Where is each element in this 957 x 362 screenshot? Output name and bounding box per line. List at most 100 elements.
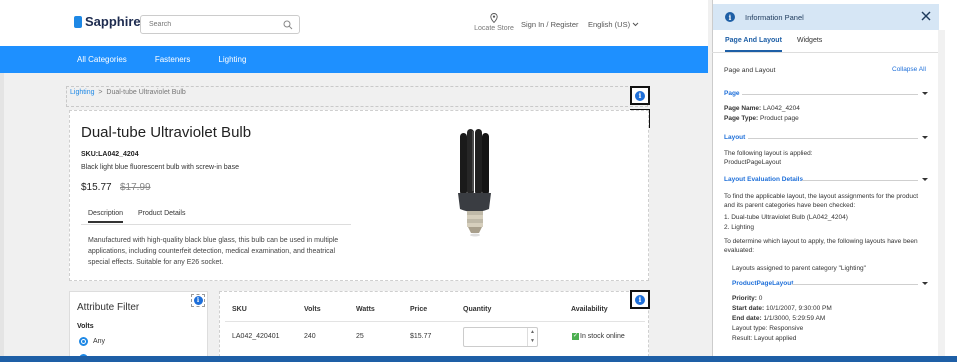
layout-text: The following layout is applied: [724,150,813,157]
section-page[interactable]: Page [724,90,740,97]
info-icon: i [725,12,735,22]
locate-store-link[interactable]: Locate Store [471,13,517,32]
caret-down-icon[interactable] [922,92,928,95]
stepper-arrows-icon[interactable]: ▲ ▼ [527,328,537,346]
filter-option-any[interactable]: Any [79,337,105,346]
cell-watts: 25 [356,333,364,340]
product-sku: SKU:LA042_4204 [81,151,139,158]
eval-text-1: To find the applicable layout, the layou… [724,193,919,200]
product-short-description: Black light blue fluorescent bulb with s… [81,164,239,171]
panel-header: i Information Panel [713,4,939,30]
product-title: Dual-tube Ultraviolet Bulb [81,124,252,141]
info-icon: i [193,296,203,305]
section-divider [792,284,918,285]
locate-store-label: Locate Store [474,25,514,32]
page-name-label: Page Name: [724,105,762,112]
map-pin-icon [490,13,498,23]
filter-option-label: Any [93,338,106,345]
section-divider [742,94,918,95]
info-icon: i [635,90,645,101]
end-date-label: End date: [732,315,762,322]
product-price: $15.77 [81,182,112,193]
info-icon: i [635,294,645,305]
variants-info-button[interactable]: i [630,290,650,309]
product-description: Manufactured with high-quality black blu… [88,237,339,266]
nav-item-lighting[interactable]: Lighting [218,55,246,64]
language-label: English (US) [588,20,631,29]
column-header-price: Price [410,306,428,313]
tab-widgets[interactable]: Widgets [797,37,822,44]
cell-sku: LA042_420401 [232,333,280,340]
section-divider [748,138,918,139]
panel-title: Information Panel [745,12,804,22]
filter-group-volts: Volts [77,323,94,330]
search-input[interactable] [141,16,276,33]
layout-result: Result: Layout applied [732,335,797,342]
collapse-all-link[interactable]: Collapse All [892,66,926,73]
end-date-row: End date: 1/1/3000, 5:29:59 AM [732,314,825,323]
variants-table [219,291,649,362]
priority-row: Priority: 0 [732,294,762,303]
caret-down-icon[interactable] [922,178,928,181]
page-name-row: Page Name: LA042_4204 [724,104,800,113]
availability-label: In stock online [580,333,625,340]
tab-product-details[interactable]: Product Details [138,210,185,217]
breadcrumb-separator: > [98,89,103,96]
language-selector[interactable]: English (US) [588,20,639,29]
column-header-quantity: Quantity [463,306,492,313]
quantity-stepper[interactable]: ▲ ▼ [463,327,538,347]
bottom-bar [0,356,957,362]
breadcrumb: Lighting > Dual-tube Ultraviolet Bulb [70,89,186,96]
check-icon: ✓ [572,333,579,340]
eval-item-2: 2. Lighting [724,224,754,231]
caret-down-icon[interactable] [922,136,928,139]
radio-selected-icon [79,337,88,346]
layout-type: Layout type: Responsive [732,325,804,332]
brand-mark-icon [74,15,82,28]
section-layout-evaluation[interactable]: Layout Evaluation Details [724,176,803,183]
end-date-value: 1/1/3000, 5:29:59 AM [763,315,826,322]
eval-text-2: and its parent categories have been chec… [724,202,856,209]
column-header-volts: Volts [304,306,321,313]
attribute-filter-title: Attribute Filter [77,302,140,313]
main-nav: All Categories Fasteners Lighting [0,46,708,73]
start-date-value: 10/1/2007, 9:30:00 PM [765,305,832,312]
section-divider [802,180,918,181]
breadcrumb-link-lighting[interactable]: Lighting [70,89,95,96]
assigned-layouts-text: Layouts assigned to parent category "Lig… [732,265,866,272]
sign-in-link[interactable]: Sign In / Register [521,20,579,29]
search-box [140,15,300,34]
page-type-label: Page Type: [724,115,759,122]
cell-volts: 240 [304,333,316,340]
chevron-down-icon [632,22,639,27]
start-date-label: Start date: [732,305,765,312]
breadcrumb-info-button[interactable]: i [630,86,650,105]
nav-item-fasteners[interactable]: Fasteners [155,55,191,64]
layout-name: ProductPageLayout [724,159,782,166]
eval-text-4: evaluated: [724,247,754,254]
brand-logo[interactable]: Sapphire [74,14,141,29]
eval-item-1: 1. Dual-tube Ultraviolet Bulb (LA042_420… [724,214,848,221]
panel-scrollbar[interactable] [938,30,945,356]
column-header-watts: Watts [356,306,375,313]
nav-item-all-categories[interactable]: All Categories [77,55,127,64]
product-image[interactable] [450,125,500,240]
filter-info-button[interactable]: i [191,294,205,307]
tab-page-and-layout[interactable]: Page And Layout [725,37,782,52]
search-icon[interactable] [283,20,293,30]
cell-price: $15.77 [410,333,432,340]
page-type-value: Product page [760,115,799,122]
availability-status: ✓ In stock online [572,333,625,340]
start-date-row: Start date: 10/1/2007, 9:30:00 PM [732,304,832,313]
eval-text-3: To determine which layout to apply, the … [724,238,918,245]
subsection-product-page-layout[interactable]: ProductPageLayout [732,280,793,287]
panel-heading: Page and Layout [724,67,776,74]
close-icon[interactable] [920,10,932,22]
caret-down-icon[interactable] [922,282,928,285]
column-header-sku: SKU [232,306,247,313]
page-type-row: Page Type: Product page [724,114,799,123]
priority-value: 0 [758,295,763,302]
brand-name: Sapphire [85,14,141,29]
tab-description[interactable]: Description [88,210,124,223]
section-layout[interactable]: Layout [724,134,745,141]
